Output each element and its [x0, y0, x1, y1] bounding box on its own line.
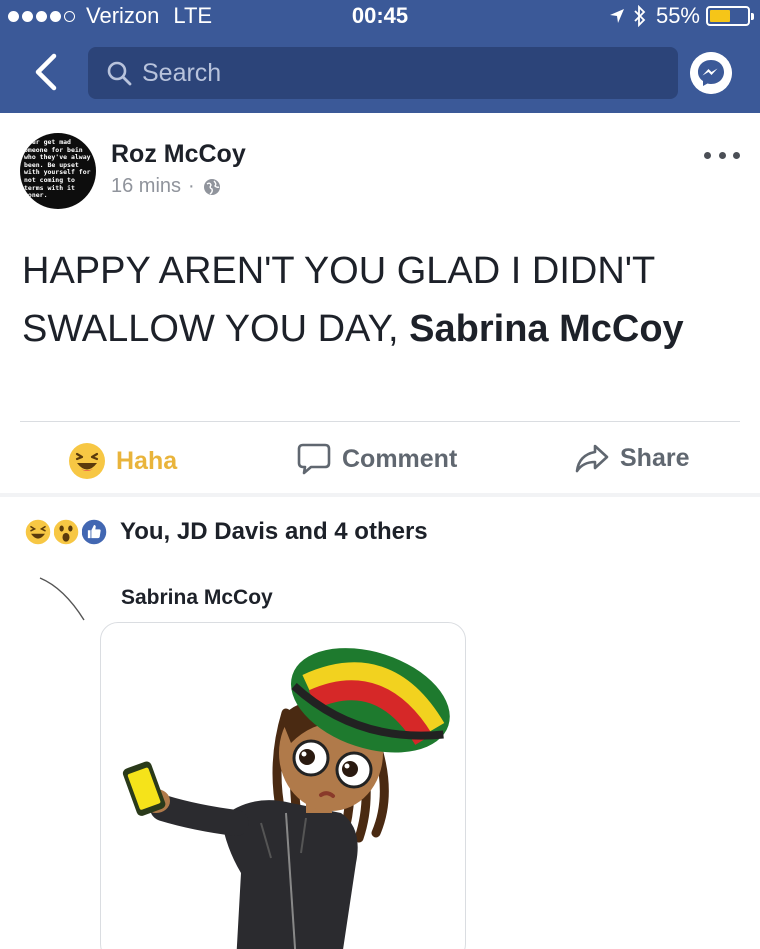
bluetooth-icon	[634, 5, 646, 27]
reactions-text: You, JD Davis and 4 others	[120, 518, 428, 545]
location-arrow-icon	[609, 9, 624, 23]
commenter-name[interactable]: Sabrina McCoy	[121, 586, 273, 610]
share-label: Share	[620, 443, 690, 472]
reactions-summary[interactable]: You, JD Davis and 4 others	[22, 516, 428, 548]
post-timestamp[interactable]: 16 mins	[111, 175, 181, 198]
comment-button[interactable]: Comment	[296, 442, 457, 476]
like-icon	[78, 516, 110, 548]
bitmoji-sticker-image	[122, 648, 450, 949]
battery-percent: 55%	[655, 3, 700, 28]
haha-icon	[69, 443, 105, 479]
sticker-attachment[interactable]	[100, 622, 466, 949]
author-avatar[interactable]: ever get mad omeone for bein who they've…	[20, 133, 96, 209]
comment-icon	[297, 443, 331, 475]
post-author-name[interactable]: Roz McCoy	[111, 140, 246, 169]
haha-reaction-button[interactable]: Haha	[68, 442, 177, 480]
share-button[interactable]: Share	[574, 442, 689, 474]
chevron-left-icon[interactable]	[30, 52, 64, 92]
post-text: HAPPY AREN'T YOU GLAD I DIDN'T SWALLOW Y…	[22, 242, 722, 358]
section-divider	[0, 493, 760, 497]
share-icon	[575, 444, 609, 473]
wow-icon	[50, 516, 82, 548]
post-actions: Haha Comment Share	[0, 430, 760, 490]
post-meta: 16 mins ·	[111, 175, 221, 198]
haha-label: Haha	[116, 446, 178, 475]
divider	[20, 421, 740, 422]
meta-separator: ·	[188, 175, 195, 197]
search-icon	[107, 61, 132, 86]
globe-icon	[203, 178, 220, 195]
avatar-quote-text: ever get mad omeone for bein who they've…	[24, 138, 91, 200]
battery-icon	[706, 6, 754, 26]
comment-label: Comment	[342, 444, 458, 473]
commenter-avatar[interactable]	[22, 572, 88, 638]
app-header: Verizon LTE 00:45 55%	[0, 0, 760, 113]
search-bar[interactable]	[88, 47, 678, 99]
messenger-icon[interactable]	[690, 52, 732, 94]
haha-icon	[22, 516, 54, 548]
tagged-user[interactable]: Sabrina McCoy	[409, 308, 684, 350]
more-options-icon[interactable]	[704, 146, 740, 164]
status-bar: Verizon LTE 00:45 55%	[0, 0, 760, 32]
search-input[interactable]	[142, 58, 642, 88]
